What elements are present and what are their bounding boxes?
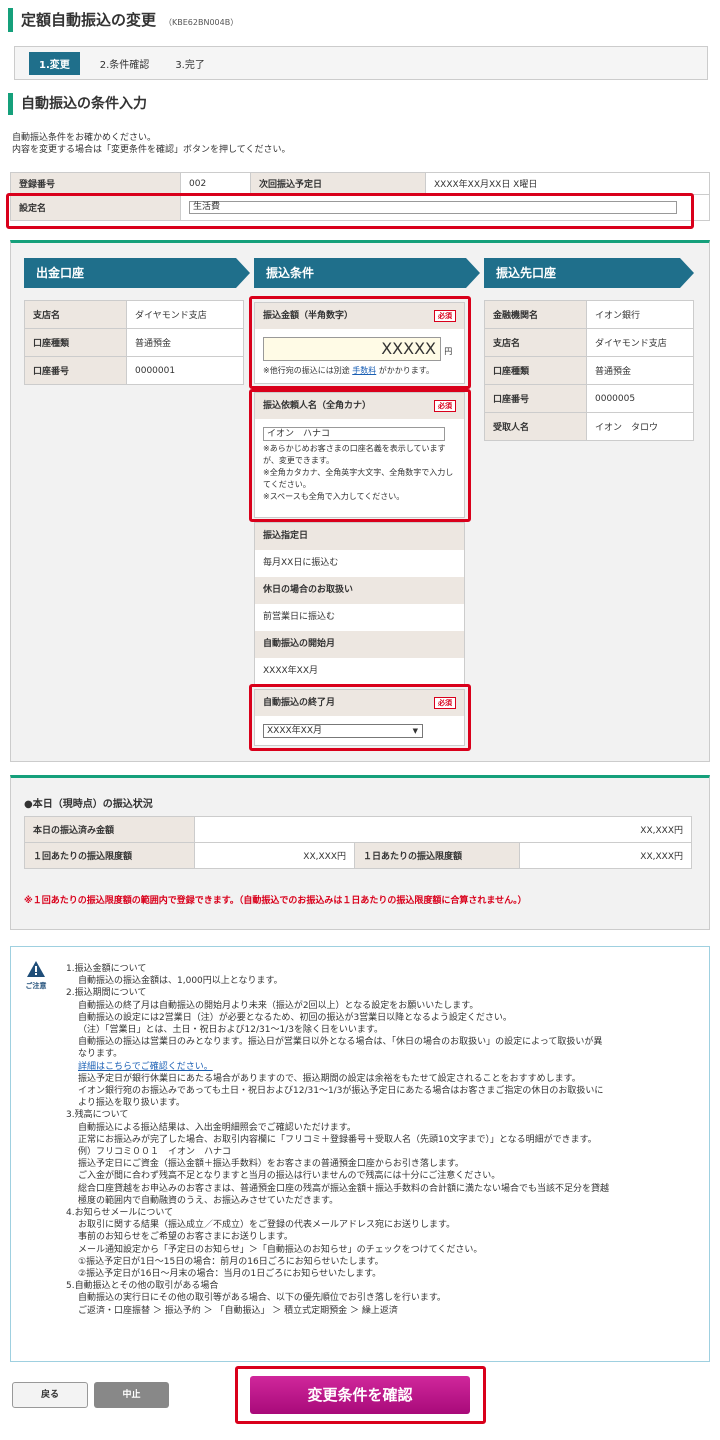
cell-label: 受取人名 xyxy=(484,412,587,441)
cell-value: ダイヤモンド支店 xyxy=(126,300,244,329)
caution-line: 自動振込の振込は営業日のみとなります。振込日が営業日以外となる場合は、「休日の場… xyxy=(78,1037,603,1048)
cell-value: 0000005 xyxy=(586,384,694,413)
fixed-label: 自動振込の開始月 xyxy=(255,631,464,658)
cell-label: 口座種類 xyxy=(24,328,127,357)
cell-label: 支店名 xyxy=(484,328,587,357)
intro-line: 自動振込条件をお確かめください。 xyxy=(12,133,157,143)
to-account-header: 振込先口座 xyxy=(484,258,694,288)
caution-line: お取引に関する結果（振込成立／不成立）をご登録の代表メールアドレス宛にお送りしま… xyxy=(78,1220,456,1231)
caution-line: 総合口座貸越をお申込みのお客さまは、普通預金口座の残高が振込金額＋振込手数料の合… xyxy=(78,1183,610,1194)
day-limit-label: １日あたりの振込限度額 xyxy=(354,842,520,869)
day-limit-value: XX,XXX円 xyxy=(519,842,692,869)
per-limit-label: １回あたりの振込限度額 xyxy=(24,842,195,869)
status-title: ●本日（現時点）の振込状況 xyxy=(24,799,153,810)
caution-line: なります。 xyxy=(78,1049,123,1060)
caution-heading: 5.自動振込とその他の取引がある場合 xyxy=(66,1281,219,1292)
caution-label: ご注意 xyxy=(25,982,47,990)
fixed-value: XXXX年XX月 xyxy=(263,666,318,676)
cell-label: 口座番号 xyxy=(24,356,127,385)
caution-line: ②振込予定日が16日～月末の場合：当月の1日ごろにお知らせいたします。 xyxy=(78,1269,382,1280)
fixed-label: 休日の場合のお取扱い xyxy=(255,577,464,604)
page-title-text: 定額自動振込の変更 xyxy=(21,11,157,29)
caution-line: （注）「営業日」とは、土日・祝日および12/31～1/3を除く日をいいます。 xyxy=(78,1025,384,1036)
per-limit-value: XX,XXX円 xyxy=(194,842,355,869)
caution-line: ご入金が間に合わず残高不足となりますと当月の振込は行いませんので残高には十分にご… xyxy=(78,1171,501,1182)
section-title: 自動振込の条件入力 xyxy=(8,93,147,115)
caution-line: 自動振込による振込結果は、入出金明細照会でご確認いただけます。 xyxy=(78,1122,356,1133)
caution-line: ①振込予定日が1日～15日の場合：前月の16日ごろにお知らせいたします。 xyxy=(78,1256,384,1267)
highlight-frame xyxy=(249,296,471,389)
highlight-frame xyxy=(249,684,471,751)
fixed-conditions: 振込指定日 毎月XX日に振込む 休日の場合のお取扱い 前営業日に振込む 自動振込… xyxy=(254,522,465,686)
caution-heading: 1.振込金額について xyxy=(66,964,147,974)
caution-line: 事前のお知らせをご希望のお客さまにお送りします。 xyxy=(78,1232,293,1243)
cell-label: 口座種類 xyxy=(484,356,587,385)
from-account-table: 支店名 ダイヤモンド支店 口座種類 普通預金 口座番号 0000001 xyxy=(24,300,244,385)
caution-line: 例）フリコミ００１ イオン ハナコ xyxy=(78,1147,232,1158)
detail-link[interactable]: 詳細はこちらでご確認ください。 xyxy=(66,1061,696,1073)
fixed-value: 毎月XX日に振込む xyxy=(263,558,339,568)
caution-line: 自動振込の終了月は自動振込の開始月より未来（振込が2回以上）となる設定をお願いい… xyxy=(78,1000,479,1011)
limit-warning: ※１回あたりの振込限度額の範囲内で登録できます。（自動振込でのお振込みは１日あた… xyxy=(24,896,527,906)
today-label: 本日の振込済み金額 xyxy=(24,816,195,843)
fixed-label: 振込指定日 xyxy=(255,523,464,550)
page-title: 定額自動振込の変更 （KBE62BN004B） xyxy=(8,8,238,32)
fixed-value: 前営業日に振込む xyxy=(263,612,336,622)
highlight-frame xyxy=(6,193,694,229)
caution-heading: 2.振込期間について xyxy=(66,988,147,999)
next-date-label: 次回振込予定日 xyxy=(250,172,426,195)
caution-line: 自動振込の実行日にその他の取引等がある場合、以下の優先順位でお引き落しを行います… xyxy=(78,1293,446,1304)
condition-header: 振込条件 xyxy=(254,258,480,288)
reg-no-value: 002 xyxy=(180,172,251,195)
cell-value: イオン タロウ xyxy=(586,412,694,441)
caution-line: 振込予定日が銀行休業日にあたる場合がありますので、振込期間の設定は余裕をもたせて… xyxy=(78,1073,581,1084)
highlight-frame xyxy=(249,389,471,522)
caution-line: 正常にお振込みが完了した場合、お取引内容欄に「フリコミ＋登録番号＋受取人名（先頭… xyxy=(78,1134,597,1145)
caution-line: メール通知設定から「予定日のお知らせ」＞「自動振込のお知らせ」のチェックをつけて… xyxy=(78,1244,483,1255)
from-account-header: 出金口座 xyxy=(24,258,250,288)
cell-value: ダイヤモンド支店 xyxy=(586,328,694,357)
cell-value: 普通預金 xyxy=(126,328,244,357)
caution-line: ご返済・口座振替 ＞ 振込予約 ＞ 「自動振込」 ＞ 積立式定期預金 ＞ 繰上返… xyxy=(78,1305,398,1316)
caution-line: イオン銀行宛のお振込みであっても土日・祝日および12/31～1/3が振込予定日に… xyxy=(78,1086,604,1097)
caution-line: 振込予定日にご資金（振込金額＋振込手数料）をお客さまの普通預金口座からお引き落し… xyxy=(78,1159,464,1170)
caution-text: 1.振込金額について自動振込の振込金額は、1,000円以上となります。 2.振込期… xyxy=(66,963,696,1317)
caution-heading: 4.お知らせメールについて xyxy=(66,1208,174,1219)
cell-value: イオン銀行 xyxy=(586,300,694,329)
warning-icon xyxy=(27,961,45,977)
caution-line: 自動振込の設定には2営業日（注）が必要となるため、初回の振込が3営業日以降となる… xyxy=(78,1012,512,1023)
cell-value: 普通預金 xyxy=(586,356,694,385)
caution-line: より振込を取り扱います。 xyxy=(78,1098,185,1109)
intro-line: 内容を変更する場合は「変更条件を確認」ボタンを押してください。 xyxy=(12,145,291,155)
caution-heading: 3.残高について xyxy=(66,1110,129,1121)
today-value: XX,XXX円 xyxy=(194,816,692,843)
cell-label: 金融機関名 xyxy=(484,300,587,329)
cell-label: 支店名 xyxy=(24,300,127,329)
cell-value: 0000001 xyxy=(126,356,244,385)
cancel-button[interactable]: 中止 xyxy=(94,1382,169,1408)
step-indicator: 1.変更 2.条件確認 3.完了 xyxy=(14,46,708,80)
highlight-frame xyxy=(235,1366,486,1424)
cell-label: 口座番号 xyxy=(484,384,587,413)
to-account-table: 金融機関名 イオン銀行 支店名 ダイヤモンド支店 口座種類 普通預金 口座番号 0000… xyxy=(484,300,694,441)
next-date-value: XXXX年XX月XX日 X曜日 xyxy=(425,172,710,195)
intro-text: 自動振込条件をお確かめください。 内容を変更する場合は「変更条件を確認」ボタンを… xyxy=(12,132,290,156)
back-button[interactable]: 戻る xyxy=(12,1382,88,1408)
caution-badge: ご注意 xyxy=(22,960,50,991)
caution-line: 極度の範囲内で自動融資のうえ、お振込みさせていただきます。 xyxy=(78,1195,339,1206)
step-3: 3.完了 xyxy=(175,59,205,71)
reg-no-label: 登録番号 xyxy=(10,172,181,195)
status-table: 本日の振込済み金額 XX,XXX円 １回あたりの振込限度額 XX,XXX円 １日… xyxy=(24,816,692,869)
detail-link-text[interactable]: 詳細はこちらでご確認ください。 xyxy=(78,1062,213,1072)
step-1: 1.変更 xyxy=(29,51,80,75)
caution-line: 自動振込の振込金額は、1,000円以上となります。 xyxy=(78,976,283,987)
page-code: （KBE62BN004B） xyxy=(164,18,239,27)
step-2: 2.条件確認 xyxy=(99,59,150,71)
